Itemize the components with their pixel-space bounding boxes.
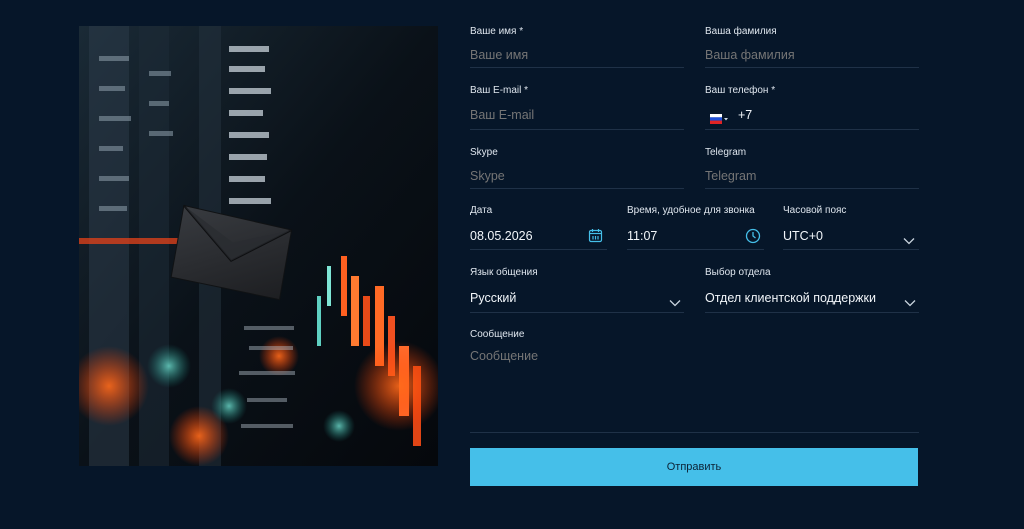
telegram-input[interactable] [705,169,915,183]
date-underline [470,249,607,250]
phone-label: Ваш телефон * [705,85,776,96]
first-name-field: Ваше имя * [470,26,684,68]
date-label: Дата [470,205,493,216]
email-label: Ваш E-mail * [470,85,529,96]
message-field: Сообщение [470,329,919,433]
timezone-label: Часовой пояс [783,205,847,216]
calendar-icon[interactable] [588,228,603,243]
message-underline [470,432,919,433]
skype-label: Skype [470,147,498,158]
skype-input[interactable] [470,169,680,183]
telegram-label: Telegram [705,147,747,158]
phone-underline [705,129,919,130]
time-field: Время, удобное для звонка 11:07 [627,205,764,250]
time-label: Время, удобное для звонка [627,205,755,216]
last-name-input[interactable] [705,48,915,62]
email-input[interactable] [470,108,680,122]
submit-button[interactable]: Отправить [470,448,918,486]
timezone-underline [783,249,919,250]
email-underline [470,129,684,130]
telegram-underline [705,188,919,189]
time-input[interactable]: 11:07 [627,229,657,243]
department-underline [705,312,919,313]
russia-flag-icon[interactable] [710,111,728,124]
telegram-field: Telegram [705,147,919,189]
date-field: Дата 08.05.2026 [470,205,607,250]
department-select[interactable]: Выбор отдела Отдел клиентской поддержки [705,267,919,313]
message-label: Сообщение [470,329,525,340]
skype-underline [470,188,684,189]
last-name-label: Ваша фамилия [705,26,777,37]
chevron-down-icon[interactable] [669,294,681,307]
message-textarea[interactable] [470,349,910,363]
chevron-down-icon[interactable] [903,232,915,245]
clock-icon[interactable] [745,228,761,244]
chevron-down-icon[interactable] [904,294,916,307]
last-name-underline [705,67,919,68]
department-value: Отдел клиентской поддержки [705,291,876,305]
hero-illustration [79,26,438,466]
language-label: Язык общения [470,267,538,278]
language-value: Русский [470,291,517,305]
first-name-label: Ваше имя * [470,26,524,37]
skype-field: Skype [470,147,684,189]
first-name-input[interactable] [470,48,680,62]
first-name-underline [470,67,684,68]
language-underline [470,312,684,313]
phone-input[interactable]: +7 [738,108,752,122]
date-input[interactable]: 08.05.2026 [470,229,533,243]
timezone-select[interactable]: Часовой пояс UTC+0 [783,205,919,250]
last-name-field: Ваша фамилия [705,26,919,68]
timezone-value: UTC+0 [783,229,823,243]
hero-image [79,26,438,466]
language-select[interactable]: Язык общения Русский [470,267,684,313]
email-field: Ваш E-mail * [470,85,684,130]
phone-field: Ваш телефон * +7 [705,85,919,130]
department-label: Выбор отдела [705,267,771,278]
time-underline [627,249,764,250]
